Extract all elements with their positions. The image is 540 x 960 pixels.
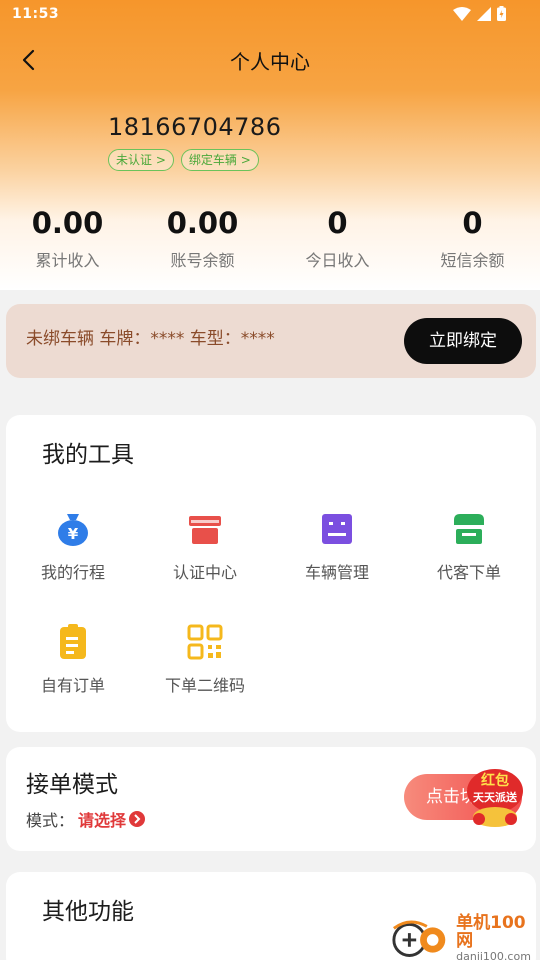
vehicle-bind-banner: 未绑车辆 车牌：**** 车型：**** 立即绑定 bbox=[6, 304, 536, 378]
stat-today-income[interactable]: 0 今日收入 bbox=[270, 205, 405, 271]
tool-verification-center[interactable]: 认证中心 bbox=[139, 509, 271, 583]
clipboard-icon bbox=[53, 622, 93, 662]
order-mode-card: 接单模式 模式： 请选择 点击切换 bbox=[6, 747, 536, 851]
store-icon bbox=[449, 509, 489, 549]
status-icons bbox=[453, 6, 506, 25]
profile-tags: 未认证 > 绑定车辆 > bbox=[108, 149, 259, 171]
signal-icon bbox=[477, 6, 491, 25]
watermark: 单机100网 danji100.com bbox=[390, 912, 540, 960]
stats-row: 0.00 累计收入 0.00 账号余额 0 今日收入 0 短信余额 bbox=[0, 205, 540, 271]
unverified-tag[interactable]: 未认证 > bbox=[108, 149, 174, 171]
chevron-right-icon bbox=[129, 811, 146, 827]
mode-label: 模式： bbox=[26, 811, 75, 830]
tool-own-orders[interactable]: 自有订单 bbox=[7, 622, 139, 696]
tool-label: 我的行程 bbox=[40, 563, 105, 582]
watermark-text: 单机100网 danji100.com bbox=[456, 912, 540, 960]
stat-value: 0 bbox=[462, 206, 483, 240]
phone-number: 18166704786 bbox=[108, 113, 282, 141]
qr-code-icon bbox=[185, 622, 225, 662]
money-bag-icon: ¥ bbox=[53, 509, 93, 549]
tools-title: 我的工具 bbox=[42, 442, 134, 468]
order-mode-title: 接单模式 bbox=[26, 772, 118, 798]
tool-order-qr-code[interactable]: 下单二维码 bbox=[139, 622, 271, 696]
stat-total-income[interactable]: 0.00 累计收入 bbox=[0, 205, 135, 271]
red-packet-promo[interactable]: 红包 天天派送 bbox=[463, 767, 527, 833]
vehicle-bind-text: 未绑车辆 车牌：**** 车型：**** bbox=[26, 329, 275, 349]
stat-label: 今日收入 bbox=[305, 251, 370, 270]
list-box-icon bbox=[317, 509, 357, 549]
bind-now-button[interactable]: 立即绑定 bbox=[404, 318, 522, 364]
status-time: 11:53 bbox=[12, 6, 60, 22]
order-mode-row[interactable]: 模式： 请选择 bbox=[26, 807, 146, 831]
stat-value: 0.00 bbox=[31, 206, 104, 240]
stat-account-balance[interactable]: 0.00 账号余额 bbox=[135, 205, 270, 271]
bind-vehicle-tag[interactable]: 绑定车辆 > bbox=[180, 149, 259, 171]
gift-box-icon bbox=[185, 509, 225, 549]
tool-label: 自有订单 bbox=[40, 676, 105, 695]
svg-text:¥: ¥ bbox=[68, 525, 79, 543]
promo-line2: 天天派送 bbox=[473, 790, 518, 804]
promo-line1: 红包 bbox=[481, 772, 509, 789]
stat-sms-balance[interactable]: 0 短信余额 bbox=[405, 205, 540, 271]
stat-label: 累计收入 bbox=[35, 251, 100, 270]
status-bar: 11:53 bbox=[0, 0, 540, 30]
wifi-icon bbox=[453, 6, 471, 25]
tools-card: 我的工具 ¥ 我的行程 认证中心 车辆管理 代客下单 自有订单 下单二维码 bbox=[6, 415, 536, 732]
stat-label: 短信余额 bbox=[440, 251, 505, 270]
tool-label: 认证中心 bbox=[172, 563, 237, 582]
tool-label: 车辆管理 bbox=[304, 563, 369, 582]
other-functions-title: 其他功能 bbox=[42, 899, 134, 925]
mode-select-value[interactable]: 请选择 bbox=[78, 807, 126, 831]
tool-my-trips[interactable]: ¥ 我的行程 bbox=[7, 509, 139, 583]
watermark-logo bbox=[392, 920, 446, 957]
watermark-name: 单机100网 bbox=[456, 912, 526, 952]
title-bar: 个人中心 bbox=[0, 38, 540, 82]
stat-label: 账号余额 bbox=[170, 251, 235, 270]
tool-label: 下单二维码 bbox=[164, 676, 245, 695]
tool-order-for-customer[interactable]: 代客下单 bbox=[403, 509, 535, 583]
tool-vehicle-management[interactable]: 车辆管理 bbox=[271, 509, 403, 583]
tool-label: 代客下单 bbox=[436, 563, 501, 582]
watermark-url: danji100.com bbox=[456, 950, 531, 960]
page-title: 个人中心 bbox=[230, 50, 310, 74]
stat-value: 0 bbox=[327, 206, 348, 240]
stat-value: 0.00 bbox=[166, 206, 239, 240]
battery-icon bbox=[497, 6, 506, 25]
